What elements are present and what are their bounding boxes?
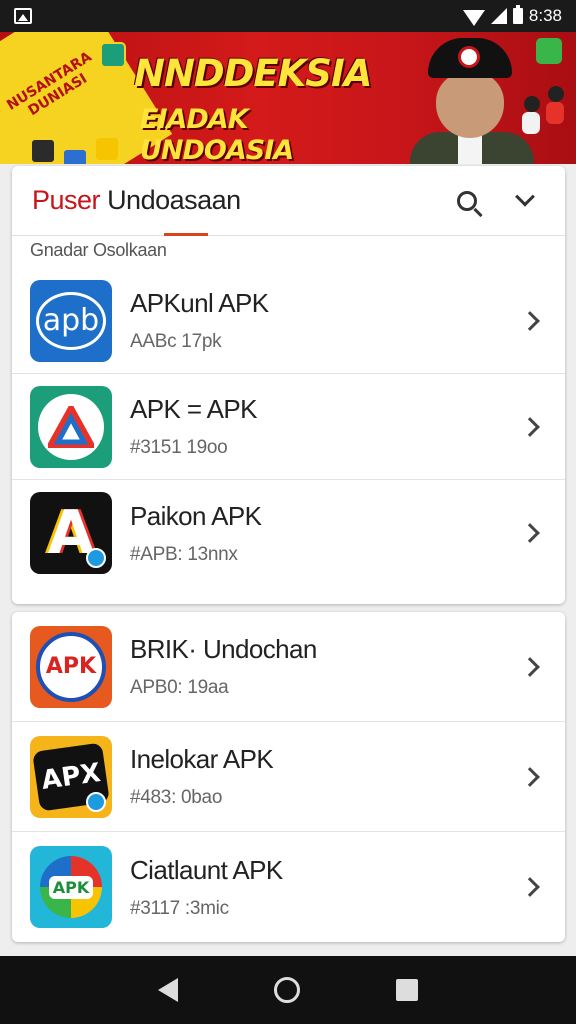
banner-app-tile <box>94 136 120 162</box>
banner-app-tile <box>100 42 126 68</box>
promo-banner[interactable]: NUSANTARA DUNIASI NNDDEKSIA EIADAK UNDOA… <box>0 32 576 164</box>
banner-figure <box>524 96 540 112</box>
tab-indicator <box>164 233 208 236</box>
list-item[interactable]: APK Ciatlaunt APK #3117 :3mic <box>12 832 565 942</box>
banner-figure <box>546 102 564 124</box>
app-meta: AABc 17pk <box>130 331 222 352</box>
badge-dot <box>86 548 106 568</box>
a-letter-icon: A <box>30 492 112 574</box>
banner-title: NNDDEKSIA <box>134 52 372 95</box>
apk-color-icon: APK <box>30 846 112 928</box>
banner-app-tile <box>30 138 56 164</box>
badge-dot <box>86 791 106 812</box>
list-item[interactable]: APX Inelokar APK #483: 0bao <box>12 722 565 832</box>
app-list-card: APK BRIK· Undochan APB0: 19aa APX Inelok… <box>12 612 565 942</box>
battery-icon <box>512 5 523 24</box>
chevron-right-icon <box>520 523 540 543</box>
list-item[interactable]: APK = APK #3151 19oo <box>12 374 565 480</box>
image-notification-icon <box>14 8 32 24</box>
list-item[interactable]: APK BRIK· Undochan APB0: 19aa <box>12 612 565 722</box>
banner-subtitle: EIADAK UNDOASIA <box>140 104 294 164</box>
back-icon[interactable] <box>158 978 178 1002</box>
app-name: Ciatlaunt APK <box>130 854 283 885</box>
apk-logo-text: APK <box>48 875 94 899</box>
list-header: Puser Undoasaan <box>12 166 565 236</box>
banner-figure <box>548 86 564 102</box>
page-title: Puser Undoasaan <box>32 185 429 216</box>
system-nav-bar <box>0 956 576 1024</box>
app-meta: #3117 :3mic <box>130 897 229 919</box>
banner-app-tile <box>536 38 562 64</box>
status-bar: 8:38 <box>0 0 576 32</box>
page-title-accent: Puser <box>32 185 101 215</box>
apk-logo-text: APK <box>45 654 97 679</box>
chevron-right-icon <box>520 766 540 787</box>
app-meta: #3151 19oo <box>130 437 228 458</box>
signal-icon <box>490 8 507 24</box>
chevron-right-icon <box>520 416 540 437</box>
search-icon <box>457 190 477 211</box>
apk-badge-icon: APK <box>30 625 112 708</box>
apx-icon: APX <box>30 735 112 818</box>
a-triangle-icon <box>30 385 112 468</box>
triangle-logo <box>48 405 94 448</box>
apb-logo-text: apb <box>36 291 106 350</box>
search-button[interactable] <box>447 181 487 221</box>
status-time: 8:38 <box>528 6 562 25</box>
wifi-icon <box>462 10 485 26</box>
chevron-right-icon <box>520 310 540 331</box>
list-item[interactable]: A Paikon APK #APB: 13nnx <box>12 480 565 586</box>
officer-portrait <box>404 32 534 164</box>
app-meta: #APB: 13nnx <box>130 543 238 565</box>
banner-figure <box>522 112 540 134</box>
app-list-card: Puser Undoasaan Gnadar Osolkaan apb APKu… <box>12 166 565 604</box>
chevron-right-icon <box>520 877 540 897</box>
app-name: APKunl APK <box>130 288 269 318</box>
app-meta: #483: 0bao <box>130 787 223 808</box>
section-label: Gnadar Osolkaan <box>30 240 167 260</box>
chevron-down-icon <box>515 186 535 207</box>
expand-button[interactable] <box>505 181 545 221</box>
app-name: BRIK· Undochan <box>130 634 317 664</box>
app-name: Inelokar APK <box>130 744 274 774</box>
chevron-right-icon <box>520 656 540 677</box>
banner-app-tile <box>62 148 88 164</box>
home-icon[interactable] <box>274 977 300 1003</box>
list-item[interactable]: apb APKunl APK AABc 17pk <box>12 268 565 374</box>
app-meta: APB0: 19aa <box>130 677 229 698</box>
page-title-rest: Undoasaan <box>107 185 241 215</box>
recent-apps-icon[interactable] <box>396 979 418 1001</box>
apb-icon: apb <box>30 279 112 362</box>
app-name: Paikon APK <box>130 500 262 531</box>
app-name: APK = APK <box>130 394 257 424</box>
